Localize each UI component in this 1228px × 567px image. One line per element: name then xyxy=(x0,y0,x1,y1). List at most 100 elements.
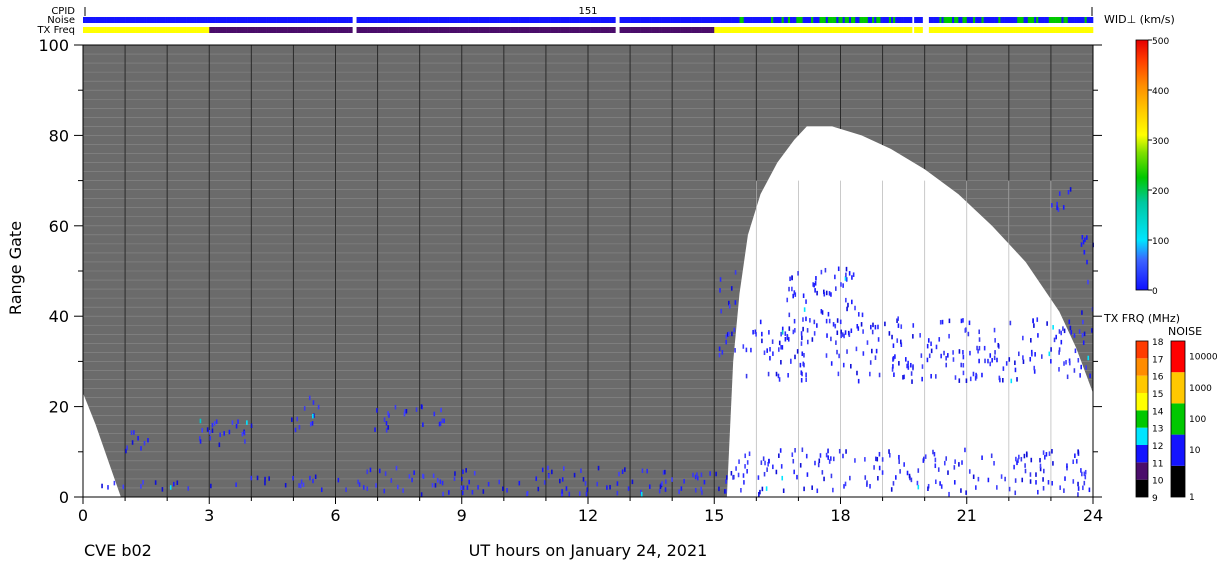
noise-cell xyxy=(564,17,568,23)
txfreq-cell xyxy=(756,27,759,33)
txfreq-cell xyxy=(407,27,410,33)
txfreq-cell xyxy=(954,27,957,33)
echo-cell xyxy=(767,371,770,377)
echo-cell xyxy=(775,469,778,475)
echo-cell xyxy=(845,449,847,454)
echo-cell xyxy=(934,457,937,463)
echo-cell xyxy=(621,469,624,474)
echo-cell xyxy=(939,481,941,486)
txfreq-cell xyxy=(274,27,277,33)
echo-cell xyxy=(518,480,521,486)
txfreq-cell xyxy=(335,27,338,33)
txfreq-cell xyxy=(181,27,185,33)
echo-cell xyxy=(1051,449,1053,454)
echo-cell xyxy=(782,488,785,494)
txfreq-cell xyxy=(960,27,963,33)
echo-cell xyxy=(864,475,867,480)
echo-cell xyxy=(746,469,748,474)
txfreq-cell xyxy=(476,27,479,33)
echo-cell xyxy=(825,290,828,296)
txfreq-cell xyxy=(91,27,94,33)
echo-cell xyxy=(830,361,833,366)
txfreq-cell xyxy=(653,27,656,33)
echo-cell xyxy=(857,312,860,317)
txfreq-cell xyxy=(388,27,391,33)
noise-cell xyxy=(501,17,505,23)
noise-cell xyxy=(783,17,787,23)
echo-cell xyxy=(436,478,439,483)
noise-cell xyxy=(861,17,864,23)
noise-cell xyxy=(703,17,707,23)
noise-cell xyxy=(169,17,172,23)
echo-cell xyxy=(1051,203,1053,208)
echo-cell xyxy=(1066,463,1068,468)
echo-cell xyxy=(1087,279,1089,285)
echo-cell xyxy=(825,353,828,358)
txfreq-colorbar-segment xyxy=(1136,393,1148,411)
echo-cell xyxy=(912,323,915,328)
txfreq-cell xyxy=(505,27,509,33)
echo-cell xyxy=(972,371,975,377)
txfreq-cell xyxy=(777,27,780,33)
noise-cell xyxy=(840,17,843,23)
noise-cell xyxy=(592,17,595,23)
txfreq-cell xyxy=(859,27,862,33)
txfreq-cell xyxy=(154,27,157,33)
txfreq-cell xyxy=(97,27,101,33)
noise-cell xyxy=(381,17,385,23)
noise-cell xyxy=(998,17,1001,23)
echo-cell xyxy=(1073,333,1076,338)
noise-cell xyxy=(701,17,705,23)
noise-cell xyxy=(270,17,273,23)
noise-cell xyxy=(674,17,677,23)
noise-cell xyxy=(190,17,193,23)
noise-cell xyxy=(918,17,921,23)
noise-cell xyxy=(613,17,616,23)
echo-cell xyxy=(616,481,619,486)
noise-cell xyxy=(312,17,315,23)
txfreq-cell xyxy=(895,27,898,33)
echo-cell xyxy=(1030,457,1033,463)
txfreq-cell xyxy=(377,27,380,33)
echo-cell xyxy=(565,486,568,491)
echo-cell xyxy=(309,422,312,427)
noise-cell xyxy=(129,17,132,23)
noise-cell xyxy=(777,17,780,23)
txfreq-cell xyxy=(674,27,677,33)
echo-cell xyxy=(761,338,763,344)
txfreq-cell xyxy=(613,27,616,33)
txfreq-cell xyxy=(625,27,629,33)
noise-cell xyxy=(1078,17,1081,23)
noise-cell xyxy=(876,17,879,23)
noise-cell xyxy=(817,17,820,23)
noise-cell xyxy=(421,17,425,23)
txfreq-cell xyxy=(158,27,162,33)
noise-cell xyxy=(897,17,900,23)
echo-cell xyxy=(814,460,816,466)
txfreq-cell xyxy=(1015,27,1018,33)
noise-cell xyxy=(945,17,949,23)
txfreq-cell xyxy=(1088,27,1092,33)
echo-cell xyxy=(147,438,149,443)
txfreq-cell xyxy=(1084,27,1087,33)
txfreq-cell xyxy=(627,27,631,33)
echo-cell xyxy=(760,460,763,465)
noise-cell xyxy=(621,17,625,23)
echo-cell xyxy=(1086,259,1088,265)
noise-cell xyxy=(577,17,580,23)
txfreq-cell xyxy=(228,27,231,33)
echo-cell xyxy=(964,447,966,453)
echo-cell xyxy=(737,472,740,478)
noise-cell xyxy=(752,17,755,23)
txfreq-cell xyxy=(783,27,787,33)
noise-cell xyxy=(181,17,185,23)
noise-cell xyxy=(907,17,911,23)
noise-cell xyxy=(438,17,442,23)
txfreq-cell xyxy=(992,27,995,33)
txfreq-cell xyxy=(257,27,261,33)
noise-cell xyxy=(1031,17,1035,23)
noise-cell xyxy=(606,17,610,23)
noise-cell xyxy=(192,17,195,23)
txfreq-bar xyxy=(83,27,1094,33)
txfreq-cell xyxy=(230,27,233,33)
